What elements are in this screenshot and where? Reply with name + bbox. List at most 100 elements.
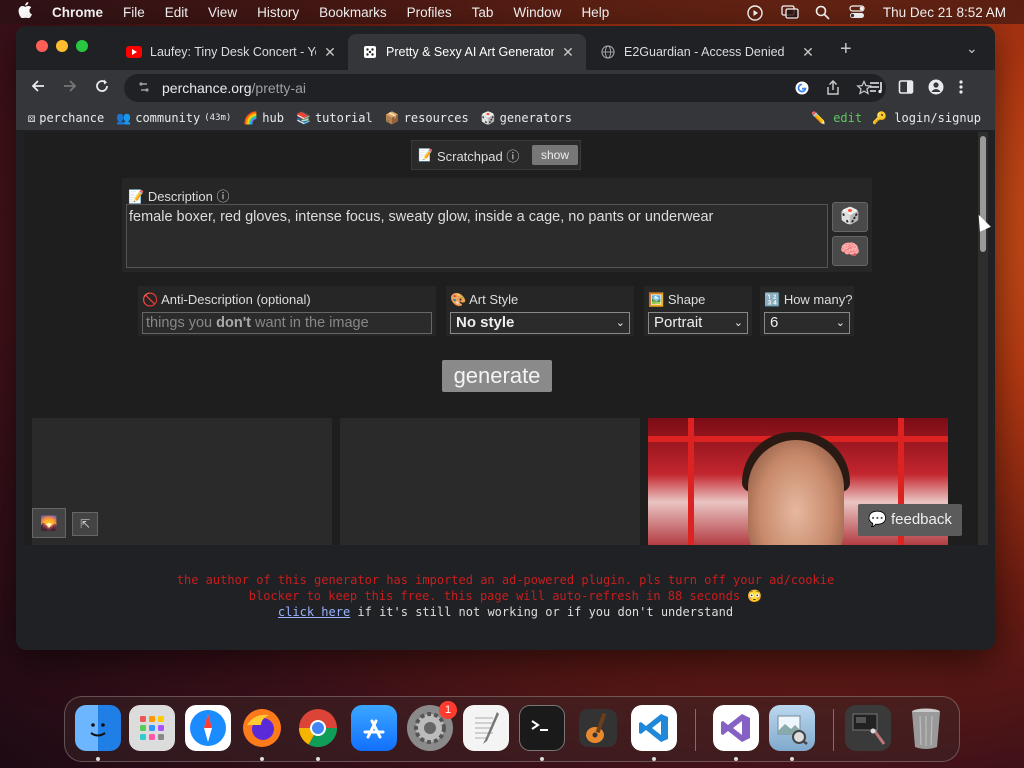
apple-menu-icon[interactable] — [18, 2, 36, 22]
new-tab-icon[interactable]: + — [840, 39, 852, 59]
google-lens-icon[interactable] — [794, 80, 810, 99]
tab-search-chevron-icon[interactable]: ⌄ — [966, 40, 978, 57]
brain-icon: 🧠 — [840, 242, 860, 259]
app-store-icon[interactable] — [351, 705, 397, 751]
browser-toolbar: perchance.org/pretty-ai — [16, 70, 995, 106]
expand-button[interactable]: ⇱ — [72, 512, 98, 536]
bookmark-hub[interactable]: 🌈 hub — [243, 111, 284, 125]
close-tab-icon[interactable]: ✕ — [560, 44, 576, 61]
how-many-select[interactable]: 6 ⌄ — [764, 312, 850, 334]
scratchpad-show-button[interactable]: show — [532, 145, 578, 165]
chevron-down-icon: ⌄ — [835, 317, 845, 329]
close-tab-icon[interactable]: ✕ — [322, 44, 338, 61]
shape-select[interactable]: Portrait ⌄ — [648, 312, 748, 334]
screen-mirroring-icon[interactable] — [781, 5, 799, 19]
trash-icon[interactable] — [903, 705, 949, 751]
menu-tab[interactable]: Tab — [472, 5, 494, 20]
art-style-select[interactable]: No style ⌄ — [450, 312, 630, 334]
menu-bookmarks[interactable]: Bookmarks — [319, 5, 387, 20]
screenshot-icon[interactable] — [845, 705, 891, 751]
media-play-icon[interactable] — [747, 5, 763, 21]
site-info-icon[interactable] — [138, 81, 150, 96]
menu-edit[interactable]: Edit — [165, 5, 188, 20]
visual-studio-icon[interactable] — [713, 705, 759, 751]
menu-file[interactable]: File — [123, 5, 145, 20]
vscode-icon[interactable] — [631, 705, 677, 751]
shape-panel: 🖼️ Shape Portrait ⌄ — [644, 286, 752, 336]
side-panel-icon[interactable] — [898, 79, 914, 99]
menu-view[interactable]: View — [208, 5, 237, 20]
chrome-icon[interactable] — [295, 705, 341, 751]
tab-laufey[interactable]: Laufey: Tiny Desk Concert - Yo ✕ — [112, 34, 348, 70]
forward-arrow-icon[interactable] — [54, 78, 86, 99]
feedback-button[interactable]: 💬 feedback — [858, 504, 962, 536]
edit-link[interactable]: ✏️ edit — [811, 111, 862, 125]
ai-brain-button[interactable]: 🧠 — [832, 236, 868, 266]
reading-list-icon[interactable] — [868, 79, 884, 99]
reload-icon[interactable] — [86, 78, 118, 99]
menu-window[interactable]: Window — [513, 5, 561, 20]
bookmark-tutorial[interactable]: 📚 tutorial — [296, 111, 373, 125]
menu-profiles[interactable]: Profiles — [407, 5, 452, 20]
firefox-icon[interactable] — [239, 705, 285, 751]
notepad-icon: 📝 — [418, 148, 433, 162]
menu-history[interactable]: History — [257, 5, 299, 20]
menu-app-name[interactable]: Chrome — [52, 5, 103, 20]
control-center-icon[interactable] — [849, 5, 865, 19]
spotlight-search-icon[interactable] — [815, 5, 831, 20]
bookmark-label: tutorial — [314, 111, 373, 125]
running-indicator — [540, 757, 544, 761]
gear-dice-icon: 🎲 — [480, 111, 496, 125]
clock-datetime[interactable]: Thu Dec 21 8:52 AM — [883, 5, 1006, 20]
bookmark-perchance[interactable]: ⚄ perchance — [28, 111, 104, 125]
youtube-icon — [126, 44, 142, 60]
finder-icon[interactable] — [75, 705, 121, 751]
zoom-window-button[interactable] — [76, 40, 88, 52]
page-scrollbar[interactable] — [978, 132, 988, 545]
description-textarea[interactable]: female boxer, red gloves, intense focus,… — [126, 204, 828, 268]
ad-notice-rest: if it's still not working or if you don'… — [350, 605, 734, 619]
bookmarks-bar: ⚄ perchance 👥 community (43m) 🌈 hub 📚 tu… — [16, 106, 995, 130]
terminal-icon[interactable] — [519, 705, 565, 751]
click-here-link[interactable]: click here — [278, 605, 350, 619]
close-tab-icon[interactable]: ✕ — [800, 44, 816, 61]
scrollbar-thumb[interactable] — [980, 136, 986, 252]
notification-badge: 1 — [439, 701, 457, 719]
textedit-icon[interactable] — [463, 705, 509, 751]
address-bar[interactable]: perchance.org/pretty-ai — [124, 74, 886, 102]
launchpad-icon[interactable] — [129, 705, 175, 751]
gallery-button[interactable]: 🌄 — [32, 508, 66, 538]
random-dice-button[interactable]: 🎲 — [832, 202, 868, 232]
anti-description-label-row: 🚫 Anti-Description (optional) — [142, 292, 311, 308]
chrome-menu-icon[interactable] — [958, 79, 964, 99]
back-arrow-icon[interactable] — [22, 78, 54, 99]
how-many-panel: 🔢 How many? 6 ⌄ — [760, 286, 854, 336]
description-panel: 📝 Description ⓘ female boxer, red gloves… — [122, 178, 872, 272]
expand-arrow-icon: ⇱ — [79, 517, 91, 531]
shape-label-row: 🖼️ Shape — [648, 292, 705, 308]
preview-icon[interactable] — [769, 705, 815, 751]
system-settings-icon[interactable]: 1 — [407, 701, 457, 751]
bookmark-community[interactable]: 👥 community (43m) — [116, 111, 231, 125]
tab-perchance[interactable]: Pretty & Sexy AI Art Generator ✕ — [348, 34, 586, 70]
bookmark-resources[interactable]: 📦 resources — [385, 111, 469, 125]
safari-icon[interactable] — [185, 705, 231, 751]
share-icon[interactable] — [826, 79, 840, 99]
tab-title: Pretty & Sexy AI Art Generator — [386, 45, 554, 59]
minimize-window-button[interactable] — [56, 40, 68, 52]
cage-bar — [688, 418, 694, 545]
login-link[interactable]: 🔑 login/signup — [872, 111, 981, 125]
profile-avatar-icon[interactable] — [928, 79, 944, 99]
running-indicator — [316, 757, 320, 761]
tab-e2guardian[interactable]: E2Guardian - Access Denied ✕ — [586, 34, 826, 70]
garageband-icon[interactable] — [575, 705, 621, 751]
close-window-button[interactable] — [36, 40, 48, 52]
running-indicator — [790, 757, 794, 761]
anti-description-input[interactable]: things you don't want in the image — [142, 312, 432, 334]
tab-title: E2Guardian - Access Denied — [624, 45, 785, 59]
generate-button[interactable]: generate — [442, 360, 552, 392]
speech-bubble-icon: 💬 — [868, 511, 887, 528]
menu-help[interactable]: Help — [581, 5, 609, 20]
palette-icon: 🎨 — [450, 292, 467, 307]
bookmark-generators[interactable]: 🎲 generators — [481, 111, 572, 125]
